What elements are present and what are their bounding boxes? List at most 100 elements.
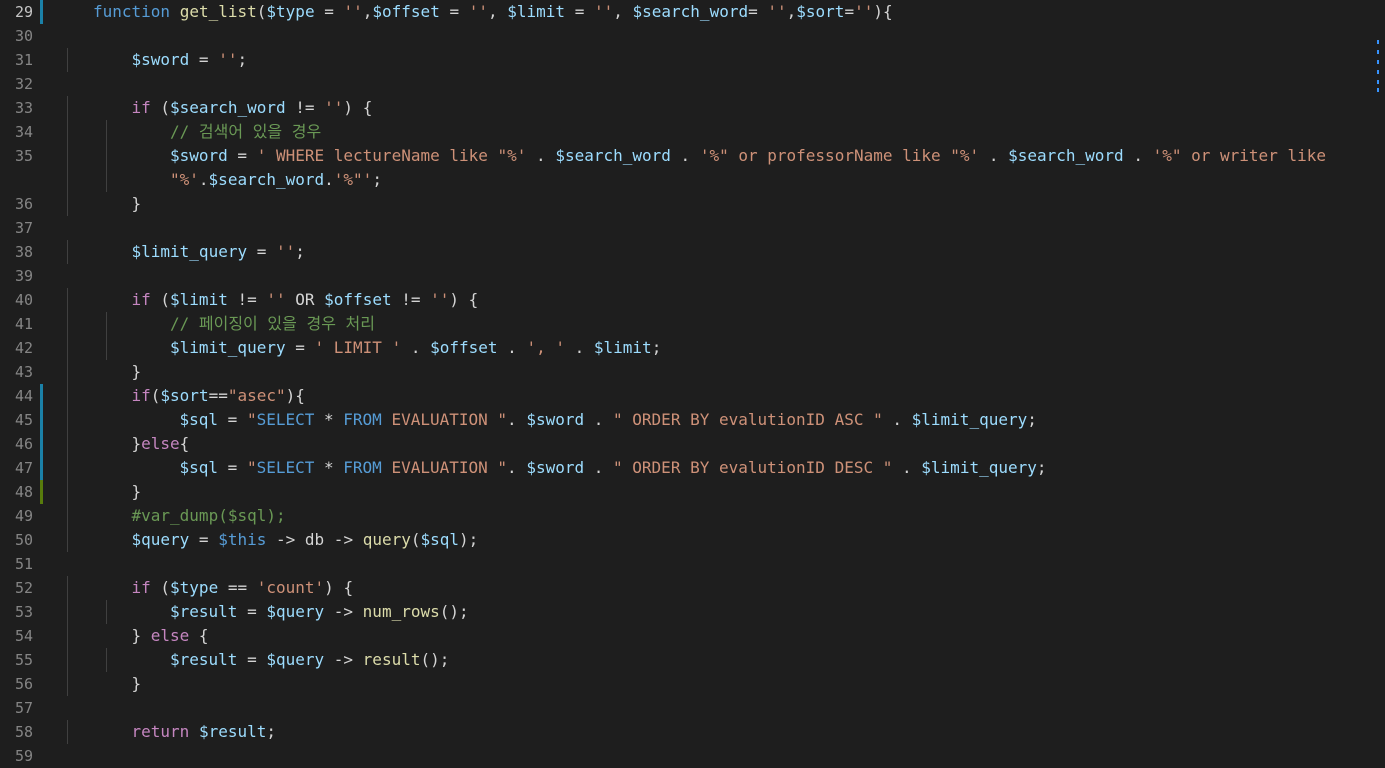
code-line[interactable]: 40 if ($limit != '' OR $offset != '') { [0,288,1385,312]
code-token: $limit [507,2,566,21]
gutter-change-marker[interactable] [40,0,43,24]
code-token: ' WHERE lectureName like "%' [256,146,527,165]
code-line[interactable]: 47 $sql = "SELECT * FROM EVALUATION ". $s… [0,456,1385,480]
code-line[interactable]: 39 [0,264,1385,288]
indent-guide [67,408,68,432]
code-token: '%" or professorName like "%' [699,146,980,165]
line-number: 40 [14,291,33,309]
line-number: 41 [14,315,33,333]
code-token: '' [854,2,874,21]
code-token: $sword [526,458,585,477]
code-line[interactable]: 35 $sword = ' WHERE lectureName like "%' … [0,144,1385,168]
code-token: . [584,410,614,429]
gutter-change-marker[interactable] [40,456,43,480]
code-line[interactable]: 59 [0,744,1385,768]
code-line[interactable]: 50 $query = $this -> db -> query($sql); [0,528,1385,552]
code-line[interactable]: 56} [0,672,1385,696]
code-token: $result [170,650,238,669]
code-line[interactable]: 43} [0,360,1385,384]
code-token: FROM [343,458,382,477]
gutter-change-marker[interactable] [40,432,43,456]
code-line[interactable]: 51 [0,552,1385,576]
code-token: '%" or writer like [1152,146,1326,165]
indent-guide [105,648,107,672]
code-token: $result [198,722,267,741]
code-editor[interactable]: 29 function get_list($type = '',$offset =… [0,0,1385,765]
code-token: ){ [285,386,305,405]
code-token: '' [276,242,296,261]
line-number: 29 [14,3,33,21]
code-line[interactable]: 46}else{ [0,432,1385,456]
code-token: ( [150,578,171,597]
code-line[interactable]: 58 return $result; [0,720,1385,744]
code-line[interactable]: 54} else { [0,624,1385,648]
code-token: ) { [449,290,479,309]
code-line[interactable]: "%'.$search_word.'%"'; [0,168,1385,192]
code-line[interactable]: 55 $result = $query -> result(); [0,648,1385,672]
gutter-change-marker[interactable] [40,408,43,432]
code-text: if ($search_word != '') { [132,96,373,120]
code-line[interactable]: 49 #var_dump($sql); [0,504,1385,528]
code-line[interactable]: 37 [0,216,1385,240]
code-token: $limit_query [921,458,1037,477]
code-token: $search_word [208,170,325,189]
code-line[interactable]: 34 // 검색어 있을 경우 [0,120,1385,144]
indent-guide [67,576,68,600]
code-token: ( [256,2,267,21]
indent-guide [67,600,68,624]
code-token: '' [266,290,286,309]
code-token: query [362,530,411,549]
code-token: $search_word [632,2,749,21]
code-token: = [285,338,315,357]
code-token: ; [266,722,277,741]
indent-guide [67,480,68,504]
code-token: FROM [343,410,382,429]
code-token: = [237,602,267,621]
code-token: != [391,290,431,309]
code-token: function [93,2,180,21]
code-token: . [1123,146,1153,165]
code-line[interactable]: 41 // 페이징이 있을 경우 처리 [0,312,1385,336]
line-number: 55 [14,651,33,669]
overview-ruler-marker [1377,80,1379,84]
code-token: return [131,722,190,741]
indent-guide [105,168,107,192]
code-token: = [237,650,267,669]
code-token: num_rows [362,602,440,621]
line-number: 34 [14,123,33,141]
code-text: $limit_query = ''; [132,240,305,264]
code-line[interactable]: 31 $sword = ''; [0,48,1385,72]
code-token: "%' [170,170,199,189]
code-line[interactable]: 36} [0,192,1385,216]
code-text: } [132,480,142,504]
code-line[interactable]: 48} [0,480,1385,504]
code-line[interactable]: 53 $result = $query -> num_rows(); [0,600,1385,624]
code-line[interactable]: 30 [0,24,1385,48]
code-line[interactable]: 38 $limit_query = ''; [0,240,1385,264]
code-line[interactable]: 44 if($sort=="asec"){ [0,384,1385,408]
code-token: '' [430,290,450,309]
code-line[interactable]: 32 [0,72,1385,96]
gutter-change-marker[interactable] [40,480,43,504]
code-token: EVALUATION " [381,410,508,429]
indent-guide [67,192,68,216]
code-token: . [979,146,1009,165]
overview-ruler-marker [1377,88,1379,92]
code-line[interactable]: 45 $sql = "SELECT * FROM EVALUATION ". $s… [0,408,1385,432]
code-line[interactable]: 57 [0,696,1385,720]
gutter-change-marker[interactable] [40,384,43,408]
indent-guide [67,96,68,120]
code-line[interactable]: 29 function get_list($type = '',$offset =… [0,0,1385,24]
code-token: $sort [160,386,209,405]
code-token: ; [1027,410,1037,429]
code-token: * [314,458,344,477]
code-token: db [304,530,325,549]
code-line[interactable]: 33 if ($search_word != '') { [0,96,1385,120]
code-line[interactable]: 42 $limit_query = ' LIMIT ' . $offset . '… [0,336,1385,360]
code-text: } else { [132,624,209,648]
code-line[interactable]: 52 if ($type == 'count') { [0,576,1385,600]
indent-guide [67,168,68,192]
code-token: '' [468,2,488,21]
code-text: if($sort=="asec"){ [132,384,305,408]
code-token: != [227,290,267,309]
